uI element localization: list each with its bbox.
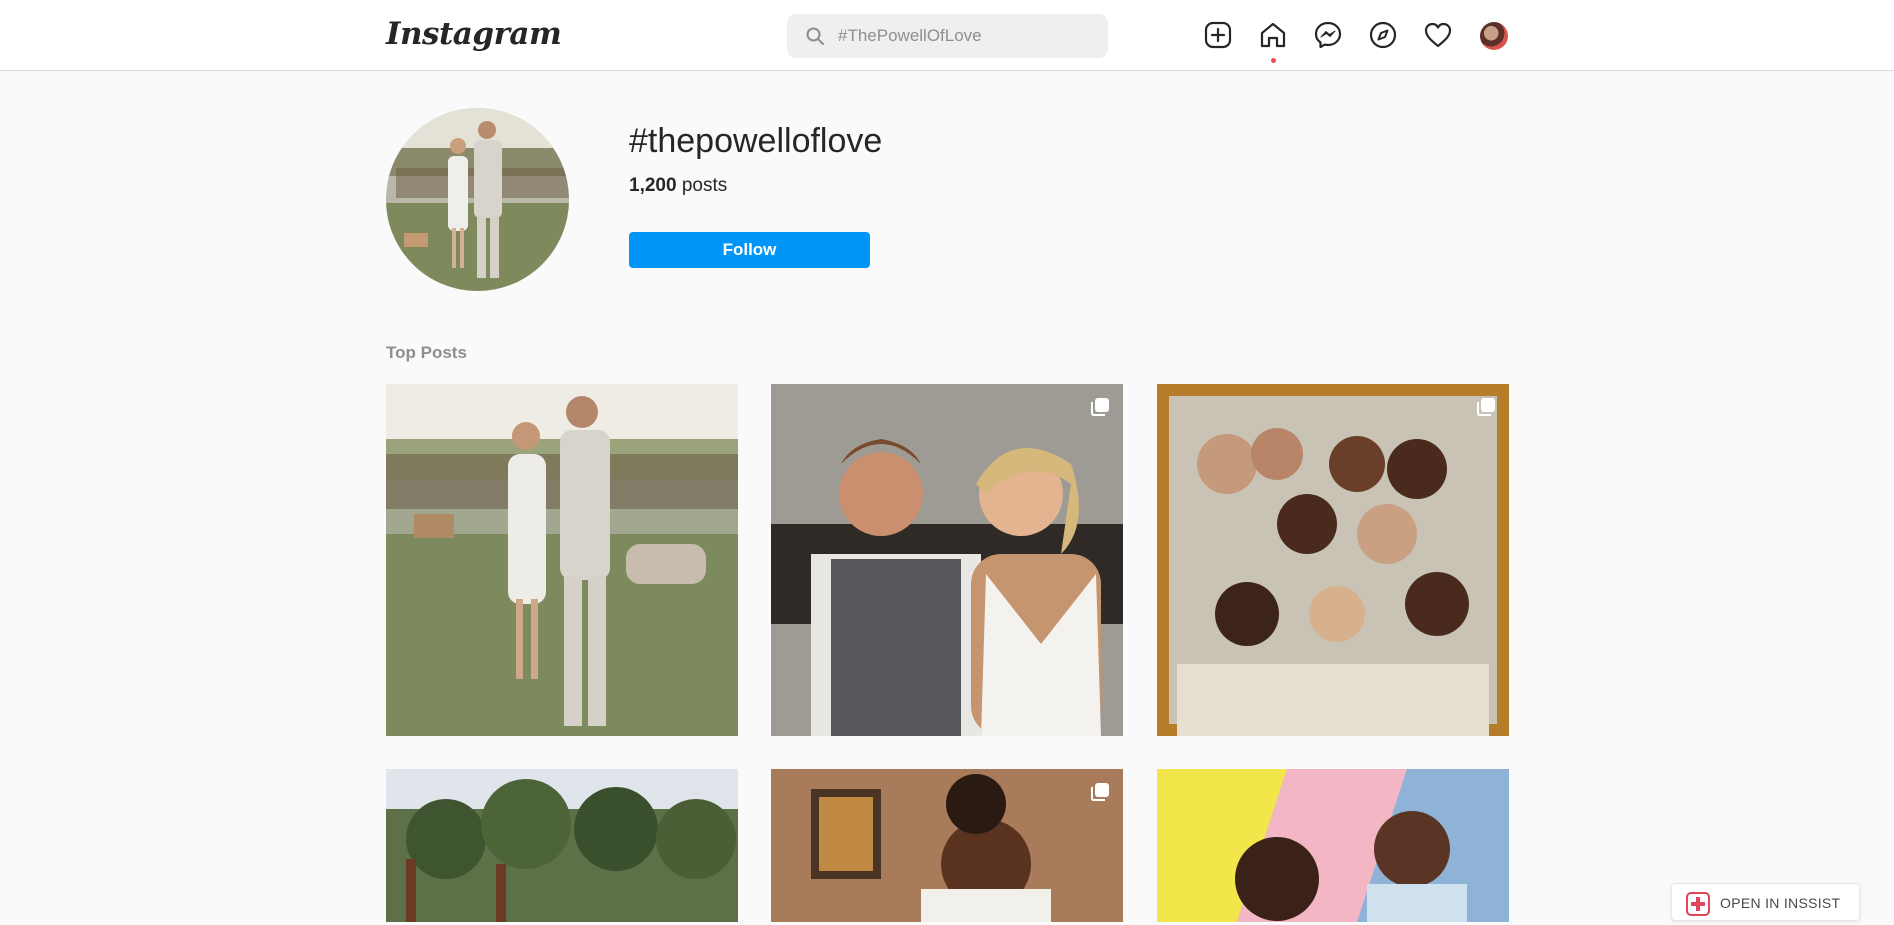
post-tile[interactable] — [1157, 769, 1509, 922]
post-image — [1157, 769, 1509, 922]
hashtag-title: #thepowelloflove — [629, 122, 883, 160]
post-count-suffix: posts — [676, 175, 728, 196]
post-tile[interactable] — [1157, 384, 1509, 736]
post-image — [771, 384, 1123, 736]
search-input[interactable] — [838, 14, 1098, 58]
home-active-indicator — [1271, 58, 1276, 63]
hashtag-profile-image — [386, 108, 569, 291]
post-count-number: 1,200 — [629, 175, 677, 196]
top-posts-label: Top Posts — [386, 343, 467, 362]
search-box[interactable] — [787, 14, 1108, 58]
post-image — [771, 769, 1123, 922]
post-tile[interactable] — [771, 769, 1123, 922]
multiple-photos-icon — [1477, 398, 1495, 416]
post-tile[interactable] — [771, 384, 1123, 736]
multiple-photos-icon — [1091, 398, 1109, 416]
post-image — [386, 384, 738, 736]
search-icon — [806, 27, 824, 45]
follow-button[interactable]: Follow — [629, 232, 870, 268]
post-tile[interactable] — [386, 769, 738, 922]
post-image — [386, 769, 738, 922]
home-icon[interactable] — [1258, 20, 1288, 50]
messenger-icon[interactable] — [1313, 20, 1343, 50]
instagram-logo[interactable]: Instagram — [386, 16, 562, 52]
inssist-icon — [1686, 892, 1710, 916]
new-post-icon[interactable] — [1203, 20, 1233, 50]
profile-avatar[interactable] — [1480, 22, 1508, 50]
explore-icon[interactable] — [1368, 20, 1398, 50]
open-in-inssist-button[interactable]: OPEN IN INSSIST — [1671, 883, 1860, 921]
post-image — [1157, 384, 1509, 736]
post-count: 1,200 posts — [629, 175, 727, 197]
inssist-label: OPEN IN INSSIST — [1720, 895, 1841, 911]
post-tile[interactable] — [386, 384, 738, 736]
top-nav: Instagram — [0, 0, 1894, 71]
multiple-photos-icon — [1091, 783, 1109, 801]
heart-icon[interactable] — [1423, 20, 1453, 50]
